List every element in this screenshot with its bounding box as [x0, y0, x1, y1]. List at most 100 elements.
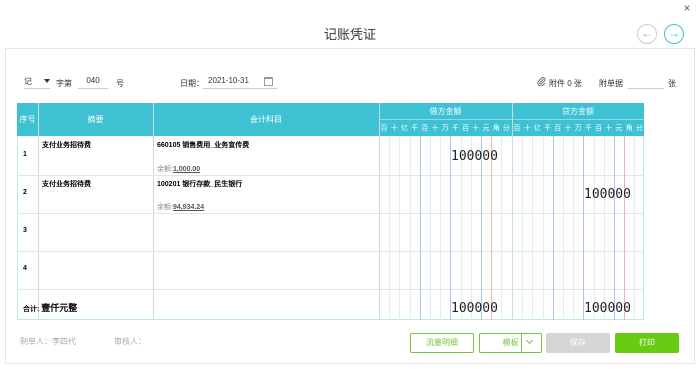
word-label: 字第	[56, 79, 72, 88]
row-2-balance: 余额:94,934.24	[157, 204, 205, 211]
credit-digit-header: 万	[574, 125, 582, 132]
column-divider	[38, 103, 39, 320]
row-divider	[17, 289, 644, 290]
row-divider	[17, 251, 644, 252]
chevron-down-icon[interactable]	[525, 336, 534, 345]
credit-digit-header: 十	[564, 125, 572, 132]
debit-digit-line	[501, 136, 503, 320]
chevron-down-icon	[44, 79, 50, 83]
credit-digit-header: 千	[544, 125, 552, 132]
credit-digit-header: 百	[513, 125, 521, 132]
column-divider	[512, 103, 513, 320]
voucher-number-input[interactable]: 040	[78, 76, 108, 89]
row-1-seq: 1	[23, 151, 27, 158]
prev-voucher-button[interactable]: ←	[637, 24, 657, 44]
voucher-word-select[interactable]: 记	[24, 76, 50, 89]
debit-digit-line	[419, 136, 421, 320]
header-seq: 序号	[19, 115, 36, 124]
dialog-title: 记账凭证	[323, 27, 376, 42]
debit-digit-header: 千	[451, 125, 459, 132]
credit-digit-line	[563, 136, 564, 320]
row-1-summary[interactable]: 支付业务招待费	[42, 140, 91, 150]
print-button[interactable]: 打印	[615, 333, 679, 353]
credit-digit-line	[634, 136, 636, 320]
row-2-credit-amount[interactable]: 100000	[584, 187, 631, 202]
debit-digit-header: 百	[380, 125, 388, 132]
flow-detail-button[interactable]: 流量明细	[410, 333, 474, 353]
date-label: 日期：	[180, 79, 204, 88]
credit-digit-header: 千	[584, 125, 592, 132]
arrow-right-icon: →	[668, 26, 680, 40]
total-in-words: 壹仟元整	[41, 303, 78, 313]
reviewer-info: 审核人：	[114, 337, 146, 346]
credit-digit-line	[603, 136, 605, 320]
debit-digit-header: 亿	[400, 125, 408, 132]
save-button[interactable]: 保存	[546, 333, 610, 353]
debit-digit-header: 十	[431, 125, 439, 132]
debit-digit-header: 百	[462, 125, 470, 132]
attachment-label[interactable]: 附件 0 张	[549, 78, 582, 89]
credit-digit-header: 十	[523, 125, 531, 132]
credit-digit-line	[583, 136, 585, 320]
maker-info: 制单人：李四代	[20, 337, 76, 346]
credit-digit-line	[593, 136, 595, 320]
row-1-debit-amount[interactable]: 100000	[451, 149, 498, 164]
debit-digit-header: 元	[482, 125, 490, 132]
attach-doc-label: 附单据	[599, 79, 623, 88]
debit-digit-header: 百	[421, 125, 429, 132]
debit-digit-header: 十	[390, 125, 398, 132]
credit-digit-header: 亿	[533, 125, 541, 132]
header-debit: 借方金额	[429, 107, 462, 116]
credit-digit-line	[624, 136, 626, 320]
number-suffix-label: 号	[116, 79, 124, 88]
voucher-word-value: 记	[24, 77, 32, 86]
credit-digit-line	[552, 136, 554, 320]
template-split-divider	[521, 334, 522, 352]
row-3-seq: 3	[23, 227, 27, 234]
header-credit: 贷方金额	[562, 107, 594, 116]
header-account: 会计科目	[250, 115, 282, 124]
row-2-summary[interactable]: 支付业务招待费	[42, 179, 91, 189]
credit-digit-line	[573, 136, 575, 320]
row-2-seq: 2	[23, 189, 27, 196]
next-voucher-button[interactable]: →	[664, 24, 684, 44]
row-divider	[17, 213, 644, 214]
maker-name: 李四代	[52, 337, 76, 346]
debit-digit-line	[440, 136, 442, 320]
debit-digit-header: 角	[492, 125, 500, 132]
debit-digit-header: 千	[411, 125, 419, 132]
credit-digit-header: 十	[605, 125, 613, 132]
debit-digit-line	[389, 136, 391, 320]
attachment-count: 0	[567, 79, 572, 88]
row-4-seq: 4	[23, 265, 27, 272]
column-divider	[379, 103, 380, 320]
column-divider	[153, 103, 154, 320]
attach-doc-unit: 张	[668, 79, 676, 88]
row-2-account[interactable]: 100201 银行存款_民生银行	[157, 179, 242, 189]
debit-digit-header: 十	[472, 125, 480, 132]
credit-digit-header: 百	[554, 125, 562, 132]
calendar-icon[interactable]	[264, 77, 273, 86]
row-divider	[17, 175, 644, 176]
template-button[interactable]: 模板	[479, 333, 542, 353]
credit-digit-header: 分	[635, 125, 643, 132]
debit-digit-header: 分	[502, 125, 510, 132]
credit-digit-line	[614, 136, 615, 320]
arrow-left-icon: ←	[641, 26, 653, 40]
total-credit-amount: 100000	[584, 301, 631, 316]
debit-digit-line	[399, 136, 401, 320]
total-debit-amount: 100000	[451, 301, 498, 316]
close-icon[interactable]: ×	[680, 1, 694, 15]
header-summary: 摘要	[87, 115, 104, 124]
credit-digit-header: 元	[615, 125, 623, 132]
attach-doc-input[interactable]	[628, 76, 664, 89]
credit-digit-line	[532, 136, 534, 320]
date-value: 2021-10-31	[208, 76, 249, 85]
row-1-account[interactable]: 660105 销售费用_业务宣传费	[157, 140, 249, 150]
template-label: 模板	[502, 338, 519, 347]
credit-digit-line	[522, 136, 524, 320]
paperclip-icon	[537, 77, 546, 87]
row-1-balance: 余额:1,000.00	[157, 166, 201, 173]
total-label: 合计: 壹仟元整	[23, 303, 78, 313]
debit-digit-line	[430, 136, 431, 320]
